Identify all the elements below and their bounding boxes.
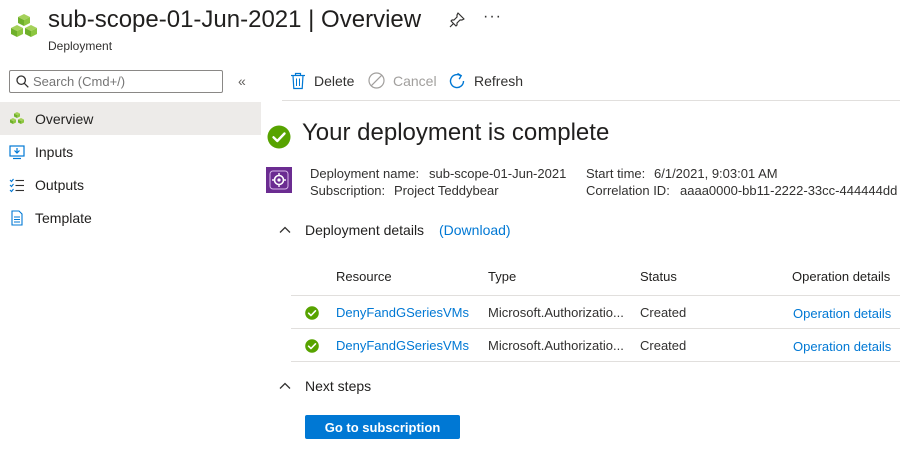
template-icon [9, 209, 25, 226]
inputs-icon [9, 144, 25, 160]
success-check-icon [305, 339, 319, 353]
resource-type: Microsoft.Authorizatio... [488, 338, 624, 353]
deployment-name-label: Deployment name: [310, 166, 420, 181]
next-steps-toggle[interactable]: Next steps [278, 378, 371, 394]
refresh-button[interactable]: Refresh [448, 72, 523, 90]
page-title: sub-scope-01-Jun-2021 | Overview [48, 6, 422, 33]
go-to-subscription-button[interactable]: Go to subscription [305, 415, 460, 439]
cancel-label: Cancel [393, 72, 437, 89]
pin-icon[interactable] [449, 12, 465, 28]
trash-icon [291, 72, 305, 90]
operation-details-link[interactable]: Operation details [793, 306, 891, 321]
sidebar-item-label: Outputs [35, 176, 85, 193]
start-time-value: 6/1/2021, 9:03:01 AM [654, 166, 778, 181]
deployment-resource-icon [266, 167, 292, 193]
cancel-icon [368, 72, 385, 89]
chevron-up-icon [279, 382, 291, 389]
table-row: DenyFandGSeriesVMs Microsoft.Authorizati… [291, 329, 900, 361]
deployment-details-header: Deployment details [305, 222, 425, 238]
resource-status: Created [640, 338, 687, 353]
sidebar-item-label: Inputs [35, 143, 74, 160]
table-divider [291, 361, 900, 362]
resource-type: Microsoft.Authorizatio... [488, 305, 624, 320]
command-bar: Delete Cancel Refresh [282, 66, 900, 101]
success-check-icon [305, 306, 319, 320]
outputs-icon [9, 177, 25, 193]
resource-link[interactable]: DenyFandGSeriesVMs [336, 305, 469, 320]
column-header-resource[interactable]: Resource [336, 269, 392, 284]
sidebar-item-outputs[interactable]: Outputs [0, 168, 261, 201]
search-input[interactable] [33, 74, 203, 89]
sidebar-item-overview[interactable]: Overview [0, 102, 261, 135]
resource-link[interactable]: DenyFandGSeriesVMs [336, 338, 469, 353]
cancel-button[interactable]: Cancel [368, 72, 437, 89]
column-header-operation-details[interactable]: Operation details [792, 269, 890, 284]
deployment-icon [9, 111, 25, 127]
subscription-link[interactable]: Project Teddybear [394, 183, 499, 198]
search-box[interactable] [9, 70, 223, 93]
start-time-label: Start time: [586, 166, 646, 181]
chevron-up-icon [279, 226, 291, 233]
next-steps-header: Next steps [305, 378, 372, 394]
refresh-label: Refresh [474, 73, 524, 89]
resource-status: Created [640, 305, 687, 320]
subscription-label: Subscription: [310, 183, 386, 198]
download-link[interactable]: (Download) [439, 222, 511, 238]
more-options-button[interactable]: ··· [483, 8, 502, 26]
deployment-name-value: sub-scope-01-Jun-2021 [429, 166, 567, 181]
correlation-id-label: Correlation ID: [586, 183, 670, 198]
table-row: DenyFandGSeriesVMs Microsoft.Authorizati… [291, 296, 900, 328]
delete-button[interactable]: Delete [290, 72, 354, 90]
sidebar-item-label: Overview [35, 110, 94, 127]
operation-details-link[interactable]: Operation details [793, 339, 891, 354]
page-subtitle: Deployment [48, 39, 113, 53]
sidebar-item-label: Template [35, 209, 92, 226]
sidebar-item-template[interactable]: Template [0, 201, 261, 234]
delete-label: Delete [314, 73, 355, 89]
deployment-details-toggle[interactable]: Deployment details [278, 222, 424, 238]
deployment-status-title: Your deployment is complete [302, 119, 610, 146]
refresh-icon [449, 72, 465, 89]
column-header-status[interactable]: Status [640, 269, 677, 284]
search-icon [16, 75, 29, 88]
deployment-logo-icon [9, 13, 39, 43]
correlation-id-value: aaaa0000-bb11-2222-33cc-444444dd [680, 183, 898, 198]
sidebar-item-inputs[interactable]: Inputs [0, 135, 261, 168]
success-check-icon [267, 125, 291, 149]
collapse-sidebar-button[interactable]: « [238, 73, 246, 89]
column-header-type[interactable]: Type [488, 269, 516, 284]
